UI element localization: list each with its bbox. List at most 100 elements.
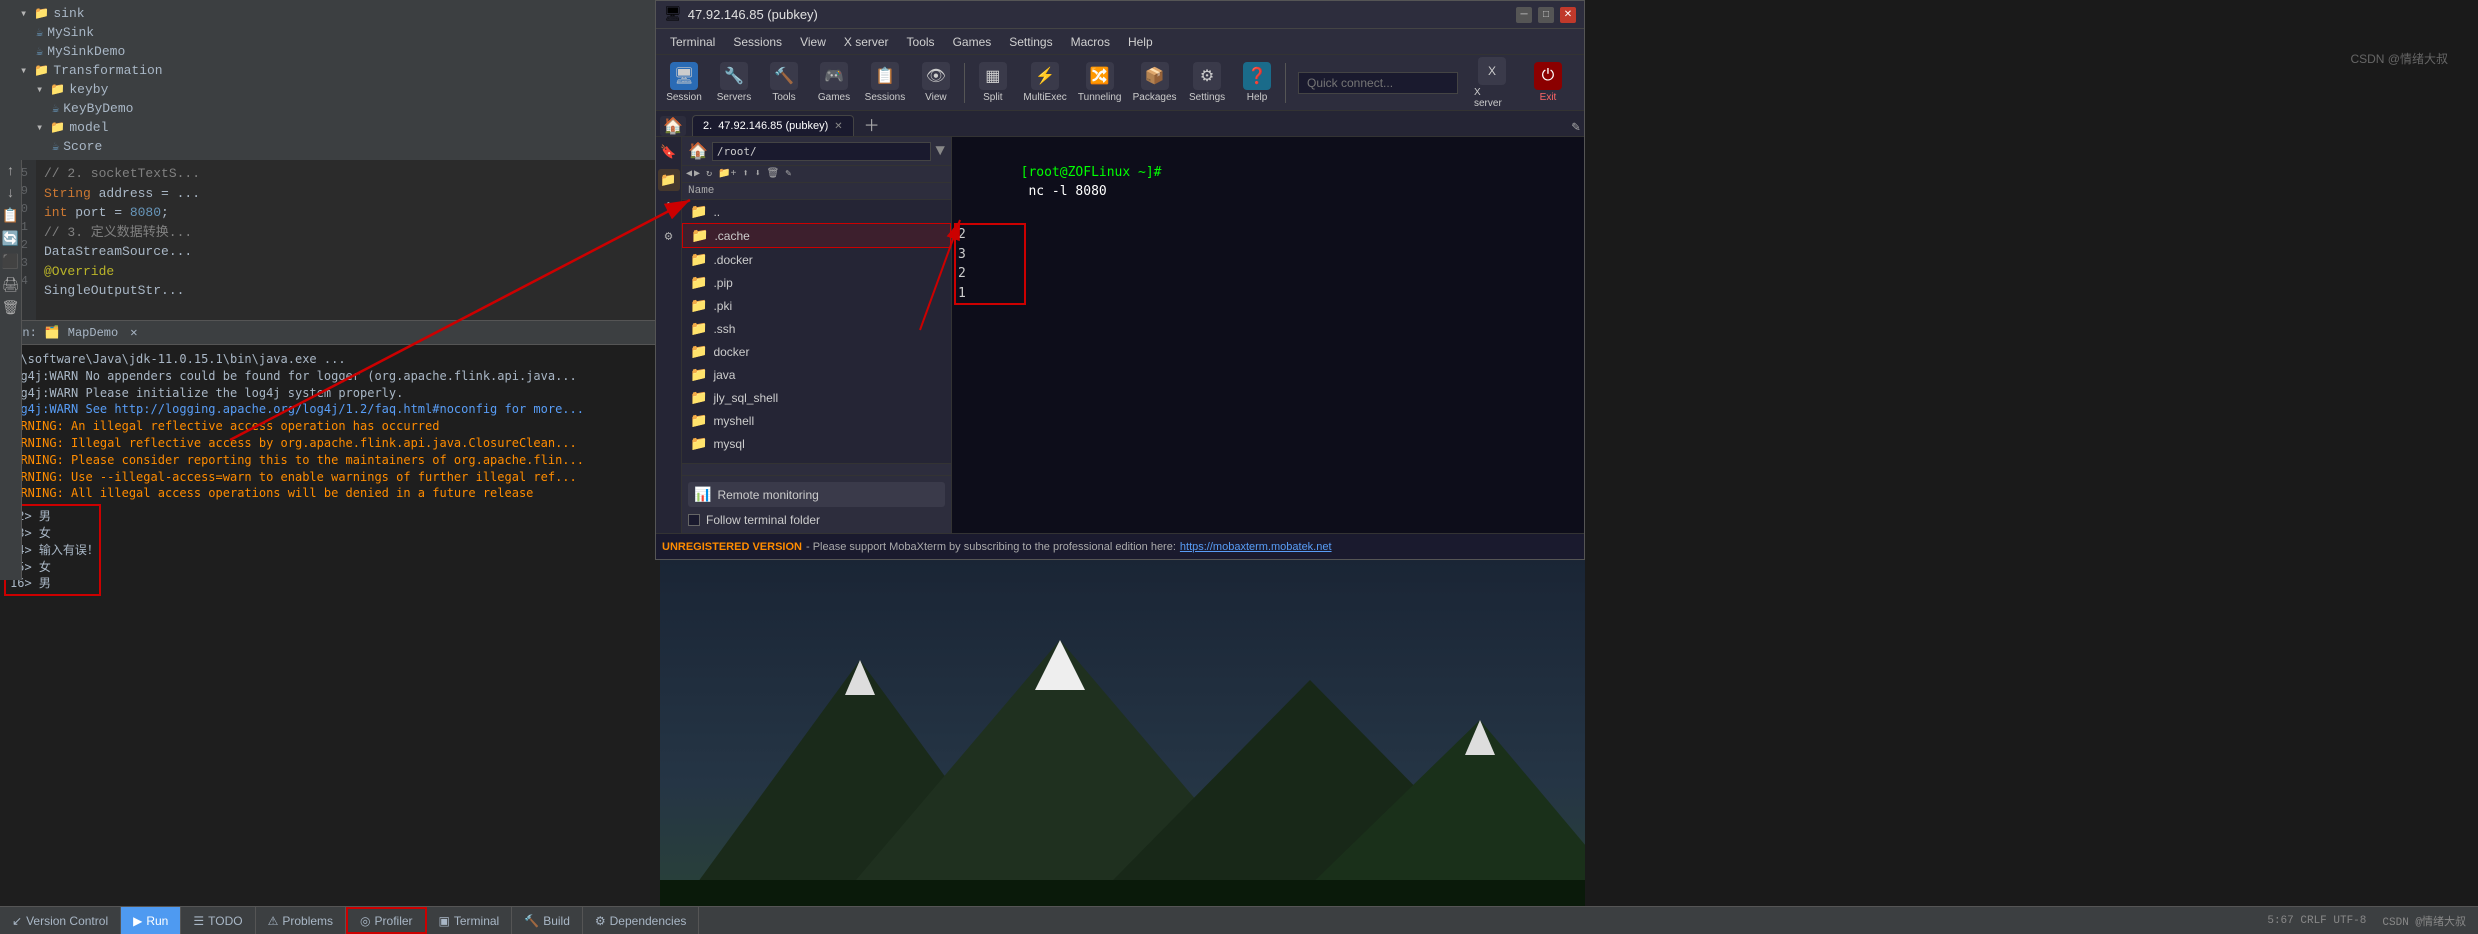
tree-item-keybydemo[interactable]: ☕ KeyByDemo (0, 99, 660, 118)
menu-games[interactable]: Games (945, 33, 1000, 51)
fb-item-mysql[interactable]: 📁 mysql (682, 432, 951, 455)
menu-view[interactable]: View (792, 33, 834, 51)
toolbar-servers[interactable]: 🔧 Servers (710, 58, 758, 107)
toolbar-tunneling[interactable]: 🔀 Tunneling (1073, 58, 1126, 107)
term-out-1: 1 (958, 284, 966, 304)
fb-download-icon[interactable]: ⬇ (755, 168, 761, 180)
path-input[interactable] (712, 142, 931, 161)
dependencies-btn[interactable]: ⚙ Dependencies (583, 907, 700, 934)
toolbar-exit[interactable]: ⏻ Exit (1524, 58, 1572, 107)
toolbar-multiexec[interactable]: ⚡ MultiExec (1019, 58, 1072, 107)
toolbar-games[interactable]: 🎮 Games (810, 58, 858, 107)
servers-label: Servers (717, 92, 751, 103)
toolbar-xserver[interactable]: X X server (1468, 55, 1516, 111)
fb-delete-icon[interactable]: 🗑 (767, 168, 780, 180)
menu-xserver[interactable]: X server (836, 33, 897, 51)
code-content: // 2. socketTextS... String address = ..… (36, 160, 208, 320)
toolbar-split[interactable]: ▦ Split (969, 58, 1017, 107)
build-btn[interactable]: 🔨 Build (512, 907, 583, 934)
run-close-icon[interactable]: ✕ (130, 325, 137, 340)
fb-item-docker[interactable]: 📁 docker (682, 340, 951, 363)
fb-item-cache[interactable]: 📁 .cache (682, 223, 951, 248)
ide-tool-6[interactable]: 🖨 (2, 277, 20, 294)
console-line-log4j3[interactable]: log4j:WARN See http://logging.apache.org… (6, 401, 654, 418)
fb-item-java[interactable]: 📁 java (682, 363, 951, 386)
fb-item-parent[interactable]: 📁 .. (682, 200, 951, 223)
toolbar-view[interactable]: 👁 View (912, 58, 960, 107)
fb-item-pip[interactable]: 📁 .pip (682, 271, 951, 294)
tree-item-score[interactable]: ☕ Score (0, 137, 660, 156)
ide-tool-1[interactable]: ↑ (6, 164, 14, 180)
menu-sessions[interactable]: Sessions (725, 33, 790, 51)
fb-refresh-icon[interactable]: ↻ (706, 168, 712, 180)
nav-bookmark[interactable]: 🔖 (658, 141, 680, 163)
toolbar-tools[interactable]: 🔨 Tools (760, 58, 808, 107)
file-icon-mysink: ☕ (36, 25, 43, 40)
tree-item-keyby[interactable]: ▾ 📁 keyby (0, 80, 660, 99)
fb-item-myshell[interactable]: 📁 myshell (682, 409, 951, 432)
tree-item-transformation[interactable]: ▾ 📁 Transformation (0, 61, 660, 80)
close-button[interactable]: ✕ (1560, 7, 1576, 23)
path-bar: 🏠 ▼ (682, 137, 951, 166)
fb-upload-icon[interactable]: ⬆ (743, 168, 749, 180)
quick-connect-input[interactable] (1298, 72, 1458, 94)
ide-tool-5[interactable]: ⬛ (2, 254, 19, 271)
tree-item-sink[interactable]: ▾ 📁 sink (0, 4, 660, 23)
menu-settings[interactable]: Settings (1001, 33, 1060, 51)
ide-tool-3[interactable]: 📋 (2, 208, 19, 225)
fb-new-folder-icon[interactable]: 📁+ (718, 168, 736, 180)
terminal-btn[interactable]: ▣ Terminal (427, 907, 513, 934)
fb-edit-icon[interactable]: ✎ (785, 168, 791, 180)
follow-terminal-checkbox[interactable] (688, 514, 700, 526)
nav-settings[interactable]: ⚙ (658, 225, 680, 247)
run-btn[interactable]: ▶ Run (121, 907, 181, 934)
toolbar-session[interactable]: 🖥 Session (660, 58, 708, 107)
ide-tool-7[interactable]: 🗑 (2, 300, 20, 317)
folder-icon-cache: 📁 (691, 227, 708, 244)
menu-help[interactable]: Help (1120, 33, 1161, 51)
toolbar-help[interactable]: ❓ Help (1233, 58, 1281, 107)
tree-item-model[interactable]: ▾ 📁 model (0, 118, 660, 137)
split-label: Split (983, 92, 1002, 103)
ide-tool-4[interactable]: 🔄 (2, 231, 19, 248)
fb-item-ssh[interactable]: 📁 .ssh (682, 317, 951, 340)
toolbar-packages[interactable]: 📦 Packages (1128, 58, 1181, 107)
menu-macros[interactable]: Macros (1063, 33, 1118, 51)
tree-item-mysink[interactable]: ☕ MySink (0, 23, 660, 42)
tree-item-mysinkdemo[interactable]: ☕ MySinkDemo (0, 42, 660, 61)
toolbar-settings[interactable]: ⚙ Settings (1183, 58, 1231, 107)
ide-tool-2[interactable]: ↓ (6, 186, 14, 202)
home-tab-icon[interactable]: 🏠 (660, 116, 686, 136)
folder-icon-parent: 📁 (690, 203, 707, 220)
path-dropdown-icon[interactable]: ▼ (935, 142, 945, 160)
fb-back-icon[interactable]: ◀ (686, 168, 692, 180)
menu-terminal[interactable]: Terminal (662, 33, 723, 51)
maximize-button[interactable]: □ (1538, 7, 1554, 23)
remote-monitoring-btn[interactable]: 📊 Remote monitoring (688, 482, 945, 507)
moba-terminal[interactable]: [root@ZOFLinux ~]# nc -l 8080 2 3 2 1 (952, 137, 1584, 533)
console-line-w4: WARNING: Use --illegal-access=warn to en… (6, 469, 654, 486)
profiler-btn[interactable]: ◎ Profiler (346, 907, 427, 934)
mobatek-link[interactable]: https://mobaxterm.mobatek.net (1180, 541, 1332, 553)
fb-item-pki[interactable]: 📁 .pki (682, 294, 951, 317)
session-tab-active[interactable]: 2. 47.92.146.85 (pubkey) ✕ (692, 115, 854, 136)
fb-forward-icon[interactable]: ▶ (694, 168, 700, 180)
tab-edit-button[interactable]: ✎ (1572, 119, 1580, 136)
version-control-btn[interactable]: ↙ Version Control (0, 907, 121, 934)
help-label: Help (1247, 92, 1268, 103)
toolbar-sessions[interactable]: 📋 Sessions (860, 58, 910, 107)
tree-label-mysinkdemo: MySinkDemo (47, 44, 125, 59)
console-line-log4j2: log4j:WARN Please initialize the log4j s… (6, 385, 654, 402)
minimize-button[interactable]: ─ (1516, 7, 1532, 23)
fb-item-docker-hidden[interactable]: 📁 .docker (682, 248, 951, 271)
tab-close-button[interactable]: ✕ (834, 121, 842, 132)
todo-btn[interactable]: ☰ TODO (181, 907, 255, 934)
fb-scrollbar-h[interactable] (682, 463, 951, 475)
folder-icon-jly: 📁 (690, 389, 707, 406)
nav-folder[interactable]: 📁 (658, 169, 680, 191)
menu-tools[interactable]: Tools (899, 33, 943, 51)
fb-item-jly[interactable]: 📁 jly_sql_shell (682, 386, 951, 409)
problems-btn[interactable]: ⚠ Problems (256, 907, 346, 934)
nav-info[interactable]: ℹ (658, 197, 680, 219)
tab-add-button[interactable]: ＋ (856, 112, 888, 136)
